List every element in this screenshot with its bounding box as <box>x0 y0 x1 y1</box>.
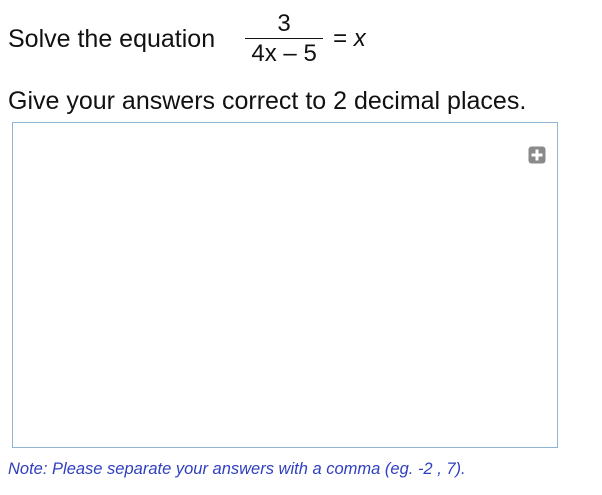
equation-rhs: = x <box>333 27 366 51</box>
equation-fraction: 3 4x – 5 <box>245 9 324 68</box>
answer-box <box>12 122 558 448</box>
question-prompt: Solve the equation <box>8 24 216 53</box>
plus-square-icon[interactable] <box>528 146 546 164</box>
rhs-variable: x <box>353 25 366 52</box>
question-line: Solve the equation 3 4x – 5 = x <box>8 10 366 68</box>
equals-sign: = <box>333 25 348 52</box>
fraction-denominator: 4x – 5 <box>251 40 317 68</box>
fraction-bar <box>245 37 324 40</box>
instruction-text: Give your answers correct to 2 decimal p… <box>8 87 527 115</box>
fraction-numerator: 3 <box>277 9 291 37</box>
note-text: Note: Please separate your answers with … <box>8 460 466 478</box>
answer-input[interactable] <box>13 123 557 447</box>
